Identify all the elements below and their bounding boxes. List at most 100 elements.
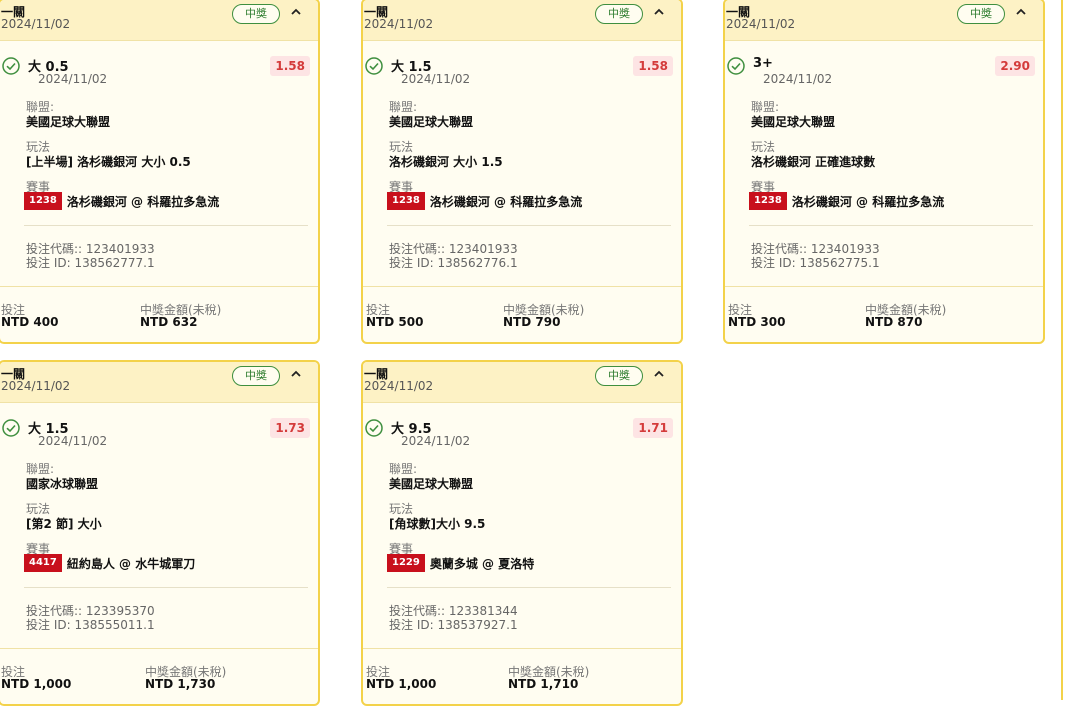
league-value: 美國足球大聯盟 — [751, 115, 836, 129]
event-code-badge: 4417 — [24, 554, 62, 572]
divider — [749, 225, 1033, 226]
check-circle-icon — [365, 57, 383, 75]
bet-date: 2024/11/02 — [364, 379, 434, 393]
stake-value: NTD 1,000 — [1, 677, 72, 691]
bet-card: 一關 2024/11/02 中獎 大 9.5 2024/11/02 1.71 聯… — [361, 360, 683, 706]
selection-date: 2024/11/02 — [401, 72, 471, 86]
event-name: 奧蘭多城 @ 夏洛特 — [429, 556, 535, 571]
chevron-up-icon — [1016, 8, 1026, 15]
right-rail — [1061, 0, 1063, 700]
odds-badge: 2.90 — [995, 56, 1035, 76]
status-badge: 中獎 — [595, 4, 643, 24]
event-code-badge: 1229 — [387, 554, 425, 572]
event-code-badge: 1238 — [749, 192, 787, 210]
event-code-badge: 1238 — [24, 192, 62, 210]
stake-value: NTD 400 — [1, 315, 59, 329]
card-header: 一關 2024/11/02 中獎 — [363, 362, 681, 403]
payout-value: NTD 870 — [865, 315, 923, 329]
status-badge: 中獎 — [957, 4, 1005, 24]
divider — [24, 587, 308, 588]
event-row: 1238 洛杉磯銀河 @ 科羅拉多急流 — [749, 192, 944, 210]
league-value: 國家冰球聯盟 — [26, 477, 99, 491]
chevron-up-icon — [291, 370, 301, 377]
chevron-up-icon — [654, 8, 664, 15]
check-circle-icon — [2, 419, 20, 437]
event-row: 4417 紐約島人 @ 水牛城軍刀 — [24, 554, 195, 572]
event-name: 洛杉磯銀河 @ 科羅拉多急流 — [791, 194, 945, 209]
selection-date: 2024/11/02 — [763, 72, 833, 86]
stake-value: NTD 1,000 — [366, 677, 437, 691]
market-value: 洛杉磯銀河 大小 1.5 — [389, 155, 503, 169]
stake-value: NTD 500 — [366, 315, 424, 329]
collapse-button[interactable] — [289, 367, 303, 381]
payout-value: NTD 1,710 — [508, 677, 579, 691]
check-circle-icon — [2, 57, 20, 75]
divider — [387, 587, 671, 588]
card-body: 大 9.5 2024/11/02 1.71 聯盟: 美國足球大聯盟 玩法 [角球… — [363, 403, 681, 648]
bet-card: 一關 2024/11/02 中獎 大 1.5 2024/11/02 1.58 聯… — [361, 0, 683, 344]
card-header: 一關 2024/11/02 中獎 — [0, 0, 318, 41]
odds-badge: 1.58 — [270, 56, 310, 76]
bet-date: 2024/11/02 — [726, 17, 796, 31]
card-footer: 投注 NTD 400 中獎金額(未稅) NTD 632 — [0, 286, 318, 342]
card-footer: 投注 NTD 1,000 中獎金額(未稅) NTD 1,730 — [0, 648, 318, 704]
selection-date: 2024/11/02 — [38, 434, 108, 448]
event-row: 1238 洛杉磯銀河 @ 科羅拉多急流 — [24, 192, 219, 210]
card-body: 大 1.5 2024/11/02 1.58 聯盟: 美國足球大聯盟 玩法 洛杉磯… — [363, 41, 681, 286]
divider — [387, 225, 671, 226]
bet-id: 投注 ID: 138562777.1 — [26, 256, 155, 270]
bet-id: 投注 ID: 138537927.1 — [389, 618, 518, 632]
odds-badge: 1.73 — [270, 418, 310, 438]
event-name: 紐約島人 @ 水牛城軍刀 — [66, 556, 196, 571]
market-value: [角球數]大小 9.5 — [389, 517, 486, 531]
collapse-button[interactable] — [652, 367, 666, 381]
divider — [24, 225, 308, 226]
bet-id: 投注 ID: 138562776.1 — [389, 256, 518, 270]
league-value: 美國足球大聯盟 — [389, 115, 474, 129]
selection-date: 2024/11/02 — [38, 72, 108, 86]
odds-badge: 1.71 — [633, 418, 673, 438]
event-code-badge: 1238 — [387, 192, 425, 210]
payout-value: NTD 790 — [503, 315, 561, 329]
card-body: 3+ 2024/11/02 2.90 聯盟: 美國足球大聯盟 玩法 洛杉磯銀河 … — [725, 41, 1043, 286]
selection-name: 3+ — [753, 56, 773, 71]
collapse-button[interactable] — [1014, 5, 1028, 19]
market-value: 洛杉磯銀河 正確進球數 — [751, 155, 876, 169]
bet-date: 2024/11/02 — [1, 379, 71, 393]
bet-date: 2024/11/02 — [364, 17, 434, 31]
bet-date: 2024/11/02 — [1, 17, 71, 31]
collapse-button[interactable] — [289, 5, 303, 19]
card-header: 一關 2024/11/02 中獎 — [725, 0, 1043, 41]
card-header: 一關 2024/11/02 中獎 — [0, 362, 318, 403]
event-row: 1238 洛杉磯銀河 @ 科羅拉多急流 — [387, 192, 582, 210]
bet-id: 投注 ID: 138562775.1 — [751, 256, 880, 270]
card-footer: 投注 NTD 500 中獎金額(未稅) NTD 790 — [363, 286, 681, 342]
chevron-up-icon — [291, 8, 301, 15]
bet-card: 一關 2024/11/02 中獎 3+ 2024/11/02 2.90 聯盟: … — [723, 0, 1045, 344]
event-name: 洛杉磯銀河 @ 科羅拉多急流 — [66, 194, 220, 209]
league-value: 美國足球大聯盟 — [389, 477, 474, 491]
card-footer: 投注 NTD 300 中獎金額(未稅) NTD 870 — [725, 286, 1043, 342]
bet-card: 一關 2024/11/02 中獎 大 0.5 2024/11/02 1.58 聯… — [0, 0, 320, 344]
odds-badge: 1.58 — [633, 56, 673, 76]
stake-value: NTD 300 — [728, 315, 786, 329]
collapse-button[interactable] — [652, 5, 666, 19]
card-header: 一關 2024/11/02 中獎 — [363, 0, 681, 41]
selection-date: 2024/11/02 — [401, 434, 471, 448]
market-value: [上半場] 洛杉磯銀河 大小 0.5 — [26, 155, 191, 169]
event-row: 1229 奧蘭多城 @ 夏洛特 — [387, 554, 534, 572]
card-body: 大 0.5 2024/11/02 1.58 聯盟: 美國足球大聯盟 玩法 [上半… — [0, 41, 318, 286]
bet-id: 投注 ID: 138555011.1 — [26, 618, 155, 632]
market-value: [第2 節] 大小 — [26, 517, 102, 531]
event-name: 洛杉磯銀河 @ 科羅拉多急流 — [429, 194, 583, 209]
card-footer: 投注 NTD 1,000 中獎金額(未稅) NTD 1,710 — [363, 648, 681, 704]
payout-value: NTD 632 — [140, 315, 198, 329]
status-badge: 中獎 — [232, 4, 280, 24]
payout-value: NTD 1,730 — [145, 677, 216, 691]
league-value: 美國足球大聯盟 — [26, 115, 111, 129]
check-circle-icon — [365, 419, 383, 437]
bet-card: 一關 2024/11/02 中獎 大 1.5 2024/11/02 1.73 聯… — [0, 360, 320, 706]
status-badge: 中獎 — [595, 366, 643, 386]
status-badge: 中獎 — [232, 366, 280, 386]
card-body: 大 1.5 2024/11/02 1.73 聯盟: 國家冰球聯盟 玩法 [第2 … — [0, 403, 318, 648]
